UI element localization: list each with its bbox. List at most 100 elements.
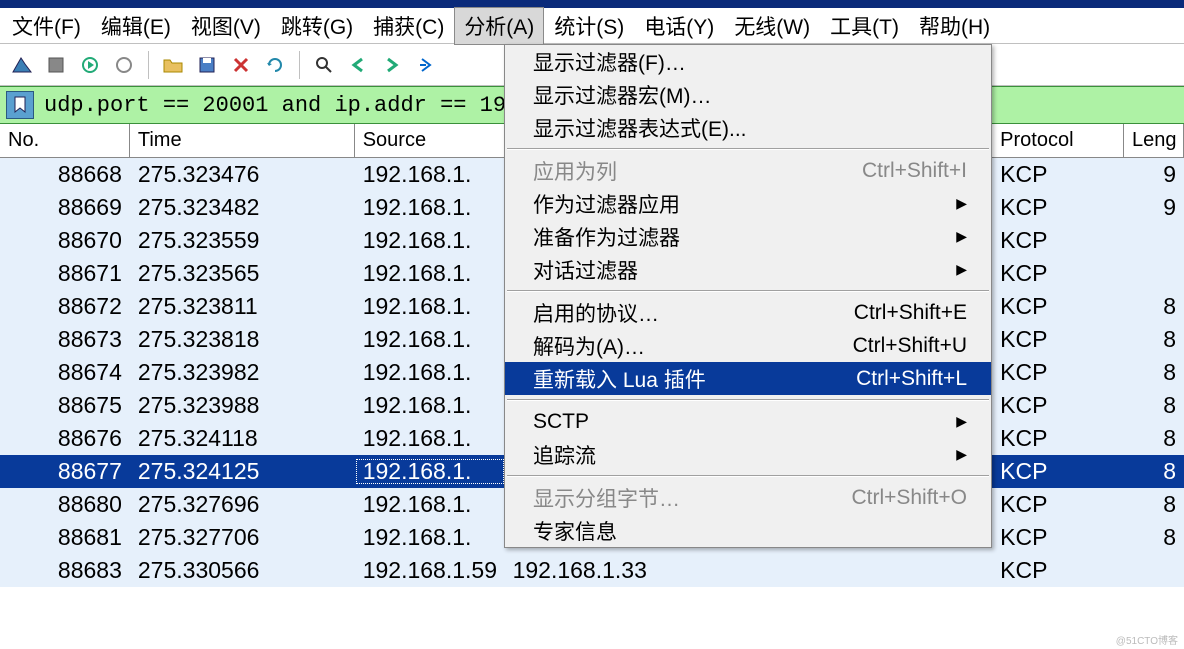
menu-separator (507, 399, 989, 401)
cell-time: 275.324118 (130, 425, 355, 452)
open-folder-icon[interactable] (157, 49, 189, 81)
menubar: 文件(F)编辑(E)视图(V)跳转(G)捕获(C)分析(A)统计(S)电话(Y)… (0, 8, 1184, 44)
submenu-arrow-icon: ▶ (956, 446, 967, 463)
cell-protocol: KCP (992, 458, 1124, 485)
menu-item-label: 应用为列 (533, 156, 617, 186)
cell-length: 9 (1124, 161, 1184, 188)
cell-protocol: KCP (992, 260, 1124, 287)
cell-no: 88677 (0, 458, 130, 485)
restart-icon[interactable] (108, 49, 140, 81)
menu-item-label: 启用的协议… (533, 298, 659, 328)
cell-destination: 192.168.1.33 (505, 557, 993, 584)
menu-dropdown-item[interactable]: 显示过滤器(F)… (505, 45, 991, 78)
menu-shortcut: Ctrl+Shift+E (854, 301, 967, 325)
menu-item[interactable]: 跳转(G) (271, 7, 363, 45)
menu-item[interactable]: 帮助(H) (909, 7, 1000, 45)
column-header-length[interactable]: Leng (1124, 124, 1184, 157)
menu-item[interactable]: 分析(A) (454, 7, 544, 45)
cell-protocol: KCP (992, 425, 1124, 452)
cell-no: 88675 (0, 392, 130, 419)
watermark: @51CTO博客 (1116, 632, 1178, 647)
cell-no: 88681 (0, 524, 130, 551)
menu-item[interactable]: 文件(F) (2, 7, 91, 45)
menu-item[interactable]: 电话(Y) (634, 7, 724, 45)
submenu-arrow-icon: ▶ (956, 228, 967, 245)
cell-source: 192.168.1. (355, 260, 505, 287)
cell-time: 275.327706 (130, 524, 355, 551)
cell-source: 192.168.1. (355, 425, 505, 452)
menu-item[interactable]: 视图(V) (181, 7, 271, 45)
cell-no: 88676 (0, 425, 130, 452)
menu-item[interactable]: 编辑(E) (91, 7, 181, 45)
cell-no: 88672 (0, 293, 130, 320)
cell-protocol: KCP (992, 227, 1124, 254)
prev-icon[interactable] (342, 49, 374, 81)
cell-length: 8 (1124, 458, 1184, 485)
cell-protocol: KCP (992, 557, 1124, 584)
menu-dropdown-item[interactable]: 启用的协议… Ctrl+Shift+E (505, 296, 991, 329)
menu-separator (507, 475, 989, 477)
cell-source: 192.168.1. (355, 161, 505, 188)
menu-item-label: 准备作为过滤器 (533, 222, 680, 252)
reload-icon[interactable] (259, 49, 291, 81)
next-icon[interactable] (376, 49, 408, 81)
cell-length: 8 (1124, 392, 1184, 419)
column-header-source[interactable]: Source (355, 124, 505, 157)
save-icon[interactable] (191, 49, 223, 81)
menu-dropdown-item[interactable]: 重新载入 Lua 插件Ctrl+Shift+L (505, 362, 991, 395)
column-header-protocol[interactable]: Protocol (992, 124, 1124, 157)
menu-dropdown-item[interactable]: SCTP▶ (505, 405, 991, 438)
cell-length: 8 (1124, 425, 1184, 452)
cell-time: 275.323476 (130, 161, 355, 188)
menu-shortcut: Ctrl+Shift+O (851, 486, 967, 510)
stop-icon[interactable] (40, 49, 72, 81)
menu-item-label: 作为过滤器应用 (533, 189, 680, 219)
cell-no: 88669 (0, 194, 130, 221)
menu-dropdown-item[interactable]: 作为过滤器应用▶ (505, 187, 991, 220)
cell-length: 9 (1124, 194, 1184, 221)
cell-protocol: KCP (992, 359, 1124, 386)
menu-dropdown-item[interactable]: 解码为(A)…Ctrl+Shift+U (505, 329, 991, 362)
menu-dropdown-item[interactable]: 显示过滤器宏(M)… (505, 78, 991, 111)
submenu-arrow-icon: ▶ (956, 413, 967, 430)
table-row[interactable]: 88683275.330566192.168.1.59192.168.1.33K… (0, 554, 1184, 587)
jump-icon[interactable] (410, 49, 442, 81)
toolbar-separator (148, 51, 149, 79)
menu-item[interactable]: 工具(T) (820, 7, 909, 45)
column-header-no[interactable]: No. (0, 124, 130, 157)
cell-length: 8 (1124, 491, 1184, 518)
menu-dropdown-item[interactable]: 准备作为过滤器 ▶ (505, 220, 991, 253)
cell-no: 88668 (0, 161, 130, 188)
cell-source: 192.168.1. (355, 326, 505, 353)
menu-item-label: 显示过滤器(F)… (533, 47, 686, 77)
cell-protocol: KCP (992, 491, 1124, 518)
cell-time: 275.323559 (130, 227, 355, 254)
menu-shortcut: Ctrl+Shift+L (856, 367, 967, 391)
menu-item[interactable]: 无线(W) (724, 7, 820, 45)
cell-time: 275.327696 (130, 491, 355, 518)
menu-item-label: 专家信息 (533, 516, 617, 546)
analyze-menu-dropdown: 显示过滤器(F)…显示过滤器宏(M)…显示过滤器表达式(E)... 应用为列 Ctr… (504, 44, 992, 548)
menu-item-label: 对话过滤器 (533, 255, 638, 285)
menu-item-label: 显示过滤器表达式(E)... (533, 113, 747, 143)
column-header-time[interactable]: Time (130, 124, 355, 157)
bookmark-icon[interactable] (6, 91, 34, 119)
menu-item-label: 显示过滤器宏(M)… (533, 80, 711, 110)
cell-length: 8 (1124, 359, 1184, 386)
cell-length: 8 (1124, 524, 1184, 551)
menu-dropdown-item[interactable]: 追踪流▶ (505, 438, 991, 471)
cell-source: 192.168.1. (355, 458, 505, 485)
menu-dropdown-item[interactable]: 专家信息 (505, 514, 991, 547)
menu-item[interactable]: 捕获(C) (363, 7, 454, 45)
menu-item[interactable]: 统计(S) (544, 7, 634, 45)
menu-dropdown-item[interactable]: 显示过滤器表达式(E)... (505, 111, 991, 144)
menu-separator (507, 148, 989, 150)
close-icon[interactable] (225, 49, 257, 81)
shark-fin-icon[interactable] (6, 49, 38, 81)
cell-time: 275.324125 (130, 458, 355, 485)
menu-dropdown-item[interactable]: 对话过滤器▶ (505, 253, 991, 286)
cell-length: 8 (1124, 326, 1184, 353)
cell-no: 88671 (0, 260, 130, 287)
start-icon[interactable] (74, 49, 106, 81)
find-icon[interactable] (308, 49, 340, 81)
